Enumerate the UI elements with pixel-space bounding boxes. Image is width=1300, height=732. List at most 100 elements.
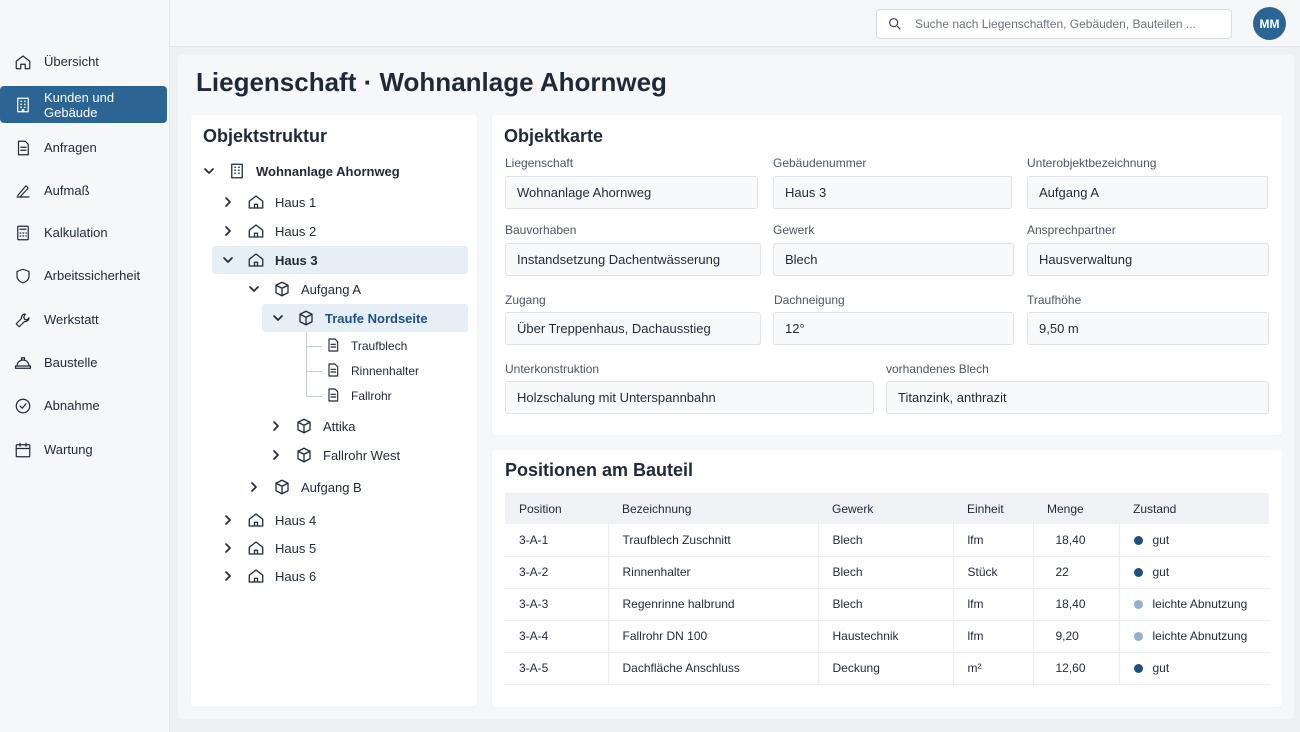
field-liegenschaft[interactable]: Wohnanlage Ahornweg — [505, 176, 758, 209]
field-ansprechpartner[interactable]: Hausverwaltung — [1027, 243, 1269, 276]
tree-label: Haus 6 — [275, 568, 317, 584]
tree-node-fallrohr[interactable]: Fallrohr — [325, 382, 465, 410]
chevron-down-icon[interactable] — [271, 311, 285, 325]
cell-einheit: Stück — [953, 556, 1034, 589]
nav-item-aufmass[interactable]: Aufmaß — [0, 172, 167, 209]
chevron-down-icon[interactable] — [202, 164, 216, 178]
nav-item-wartung[interactable]: Wartung — [0, 431, 167, 468]
nav-item-uebersicht[interactable]: Übersicht — [0, 43, 167, 80]
tree-node-haus-1[interactable]: Haus 1 — [221, 188, 461, 216]
cell-zustand: leichte Abnutzung — [1119, 588, 1269, 621]
field-unterobjekt[interactable]: Aufgang A — [1027, 176, 1268, 209]
tree-label: Aufgang A — [301, 281, 361, 297]
tree-node-haus-4[interactable]: Haus 4 — [221, 506, 461, 534]
field-unterkonstruktion[interactable]: Holzschalung mit Unterspannbahn — [505, 381, 874, 414]
chevron-down-icon[interactable] — [247, 282, 261, 296]
tree-label: Haus 1 — [275, 194, 317, 210]
field-dachneigung[interactable]: 12° — [773, 312, 1014, 345]
sidebar: Übersicht Kunden und Gebäude Anfragen Au… — [0, 0, 170, 732]
table-row[interactable]: 3-A-2 Rinnenhalter Blech Stück 22 gut — [505, 556, 1269, 589]
nav-item-abnahme[interactable]: Abnahme — [0, 387, 167, 424]
home-icon — [247, 193, 265, 211]
field-label-liegenschaft: Liegenschaft — [505, 156, 574, 170]
chevron-right-icon[interactable] — [221, 224, 235, 238]
cell-einheit: lfm — [953, 524, 1034, 557]
cell-position: 3-A-5 — [505, 652, 609, 685]
document-icon — [325, 337, 343, 355]
tree-node-aufgang-a[interactable]: Aufgang A — [247, 275, 467, 303]
column-header-position[interactable]: Position — [505, 493, 608, 524]
tree-node-rinnenhalter[interactable]: Rinnenhalter — [325, 357, 465, 385]
search-icon — [887, 16, 903, 32]
search-input[interactable] — [915, 17, 1215, 31]
table-row[interactable]: 3-A-3 Regenrinne halbrund Blech lfm 18,4… — [505, 588, 1269, 621]
nav-label: Wartung — [44, 442, 93, 457]
chevron-right-icon[interactable] — [269, 448, 283, 462]
chevron-right-icon[interactable] — [221, 195, 235, 209]
nav-item-werkstatt[interactable]: Werkstatt — [0, 301, 167, 338]
tree-label: Rinnenhalter — [351, 364, 420, 378]
tree-node-root[interactable]: Wohnanlage Ahornweg — [202, 157, 472, 185]
field-gewerk[interactable]: Blech — [773, 243, 1014, 276]
table-row[interactable]: 3-A-4 Fallrohr DN 100 Haustechnik lfm 9,… — [505, 620, 1269, 653]
nav-item-arbeitssicherheit[interactable]: Arbeitssicherheit — [0, 257, 167, 294]
column-header-menge[interactable]: Menge — [1033, 493, 1119, 524]
cell-zustand: leichte Abnutzung — [1119, 620, 1269, 653]
column-header-gewerk[interactable]: Gewerk — [818, 493, 953, 524]
nav-item-kunden-und-gebaeude[interactable]: Kunden und Gebäude — [0, 86, 167, 123]
objektkarte-title: Objektkarte — [504, 126, 604, 146]
tree-label: Fallrohr West — [323, 447, 401, 463]
tree-connector — [306, 396, 322, 397]
column-header-einheit[interactable]: Einheit — [953, 493, 1033, 524]
objektstruktur-panel: Objektstruktur Wohnanlage Ahornweg Haus … — [191, 115, 477, 706]
table-row[interactable]: 3-A-1 Traufblech Zuschnitt Blech lfm 18,… — [505, 524, 1269, 557]
nav-item-baustelle[interactable]: Baustelle — [0, 344, 167, 381]
field-label-bauvorhaben: Bauvorhaben — [505, 223, 577, 237]
status-text: gut — [1152, 565, 1170, 579]
field-label-ansprechpartner: Ansprechpartner — [1027, 223, 1116, 237]
cube-icon — [295, 446, 313, 464]
tree-node-aufgang-b[interactable]: Aufgang B — [247, 473, 457, 501]
chevron-right-icon[interactable] — [269, 419, 283, 433]
tree-node-haus-3[interactable]: Haus 3 — [212, 246, 468, 274]
cell-einheit: m² — [953, 652, 1034, 685]
avatar[interactable]: MM — [1253, 7, 1286, 40]
table-row[interactable]: 3-A-5 Dachfläche Anschluss Deckung m² 12… — [505, 652, 1269, 685]
field-traufhoehe[interactable]: 9,50 m — [1027, 312, 1269, 345]
chevron-down-icon[interactable] — [221, 253, 235, 267]
tree-label: Haus 5 — [275, 540, 317, 556]
tree-node-traufblech[interactable]: Traufblech — [325, 332, 465, 360]
field-blech[interactable]: Titanzink, anthrazit — [886, 381, 1269, 414]
cell-bezeichnung: Traufblech Zuschnitt — [608, 524, 819, 557]
nav-label: Kunden und Gebäude — [44, 89, 115, 120]
nav-item-kalkulation[interactable]: Kalkulation — [0, 214, 167, 251]
nav-item-anfragen[interactable]: Anfragen — [0, 129, 167, 166]
document-icon — [14, 139, 32, 157]
tree-node-traufe-nordseite[interactable]: Traufe Nordseite — [262, 304, 468, 332]
field-bauvorhaben[interactable]: Instandsetzung Dachentwässerung — [505, 243, 761, 276]
column-header-bezeichnung[interactable]: Bezeichnung — [608, 493, 818, 524]
measure-icon — [14, 182, 32, 200]
chevron-right-icon[interactable] — [221, 541, 235, 555]
status-dot — [1133, 536, 1143, 546]
tree-label: Haus 2 — [275, 223, 317, 239]
chevron-right-icon[interactable] — [247, 480, 261, 494]
search-box[interactable] — [876, 9, 1232, 39]
status-dot — [1133, 632, 1143, 642]
cell-bezeichnung: Regenrinne halbrund — [608, 588, 819, 621]
tree-node-fallrohr-west[interactable]: Fallrohr West — [269, 441, 459, 469]
column-header-zustand[interactable]: Zustand — [1119, 493, 1269, 524]
wrench-icon — [14, 311, 32, 329]
field-gebaeudenummer[interactable]: Haus 3 — [773, 176, 1012, 209]
cell-zustand: gut — [1119, 524, 1269, 557]
chevron-right-icon[interactable] — [221, 569, 235, 583]
chevron-right-icon[interactable] — [221, 513, 235, 527]
document-icon — [325, 387, 343, 405]
tree-node-haus-2[interactable]: Haus 2 — [221, 217, 461, 245]
field-zugang[interactable]: Über Treppenhaus, Dachausstieg — [505, 312, 761, 345]
cube-icon — [295, 417, 313, 435]
tree-node-haus-5[interactable]: Haus 5 — [221, 534, 461, 562]
tree-node-haus-6[interactable]: Haus 6 — [221, 562, 461, 590]
tree-node-attika[interactable]: Attika — [269, 412, 459, 440]
cube-icon — [273, 478, 291, 496]
